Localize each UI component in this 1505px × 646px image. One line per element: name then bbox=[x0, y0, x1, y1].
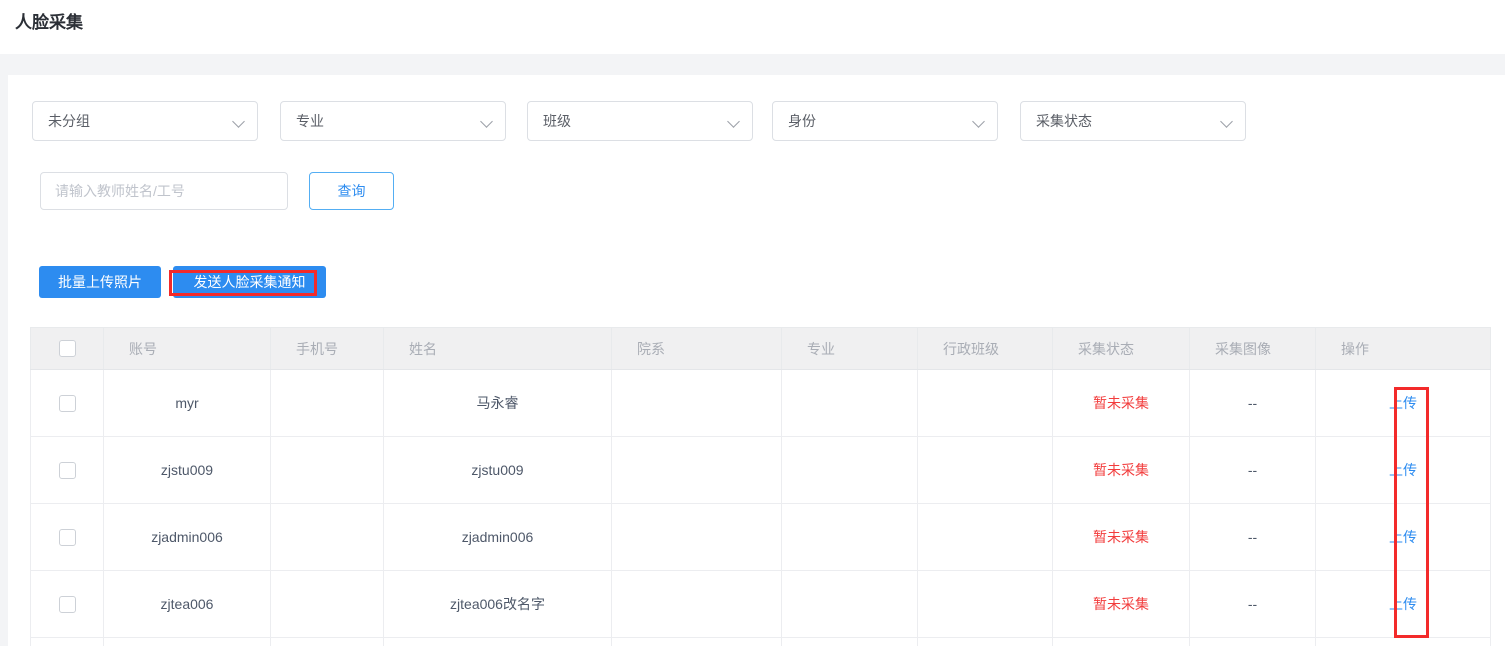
collect-status-filter-select[interactable]: 采集状态 bbox=[1020, 101, 1246, 141]
class-filter-value: 班级 bbox=[543, 113, 571, 129]
cell-account: zjtea006 bbox=[103, 570, 271, 638]
upload-link[interactable]: 上传 bbox=[1389, 529, 1417, 545]
cell-major bbox=[781, 503, 918, 571]
cell-collect-image: -- bbox=[1189, 503, 1316, 571]
cell-admin-class bbox=[917, 503, 1053, 571]
identity-filter-value: 身份 bbox=[788, 113, 816, 129]
send-face-notice-button[interactable]: 发送人脸采集通知 bbox=[173, 266, 326, 298]
cell-department bbox=[611, 570, 782, 638]
upload-link[interactable]: 上传 bbox=[1389, 462, 1417, 478]
cell-collect-image: -- bbox=[1189, 570, 1316, 638]
major-filter-select[interactable]: 专业 bbox=[280, 101, 506, 141]
cell-name: zjadmin006 bbox=[383, 503, 612, 571]
row-checkbox[interactable] bbox=[58, 394, 76, 412]
major-filter-value: 专业 bbox=[296, 113, 324, 129]
cell-phone bbox=[270, 570, 384, 638]
cell-collect-image: -- bbox=[1189, 369, 1316, 437]
table-row: zjtea006 zjtea006改名字 暂未采集 -- 上传 bbox=[30, 570, 1491, 638]
col-header-operation: 操作 bbox=[1315, 327, 1491, 370]
row-checkbox[interactable] bbox=[58, 528, 76, 546]
cell-admin-class bbox=[917, 369, 1053, 437]
table-row: zjstu009 zjstu009 暂未采集 -- 上传 bbox=[30, 436, 1491, 504]
cell-department bbox=[611, 503, 782, 571]
col-header-collect-status: 采集状态 bbox=[1052, 327, 1190, 370]
collect-status-text: 暂未采集 bbox=[1093, 395, 1149, 411]
cell-major bbox=[781, 570, 918, 638]
col-header-collect-image: 采集图像 bbox=[1189, 327, 1316, 370]
batch-upload-button[interactable]: 批量上传照片 bbox=[39, 266, 161, 298]
table-header-row: 账号 手机号 姓名 院系 专业 行政班级 采集状态 采集图像 操作 bbox=[30, 327, 1491, 370]
cell-account: zjadmin006 bbox=[103, 503, 271, 571]
identity-filter-select[interactable]: 身份 bbox=[772, 101, 998, 141]
table-row: myr 马永睿 暂未采集 -- 上传 bbox=[30, 369, 1491, 437]
group-filter-value: 未分组 bbox=[48, 113, 90, 129]
select-all-checkbox[interactable] bbox=[58, 340, 76, 358]
chevron-down-icon bbox=[727, 115, 740, 128]
class-filter-select[interactable]: 班级 bbox=[527, 101, 753, 141]
face-collect-page: 人脸采集 未分组 专业 班级 身份 采集状态 请输入教师姓名/工号 查询 批量上… bbox=[0, 0, 1505, 646]
cell-admin-class bbox=[917, 570, 1053, 638]
collect-status-filter-value: 采集状态 bbox=[1036, 113, 1092, 129]
upload-link[interactable]: 上传 bbox=[1389, 395, 1417, 411]
cell-phone bbox=[270, 369, 384, 437]
teacher-search-input[interactable] bbox=[40, 172, 288, 210]
chevron-down-icon bbox=[972, 115, 985, 128]
collect-status-text: 暂未采集 bbox=[1093, 529, 1149, 545]
row-checkbox[interactable] bbox=[58, 461, 76, 479]
table-row-partial bbox=[30, 637, 1491, 646]
table-row: zjadmin006 zjadmin006 暂未采集 -- 上传 bbox=[30, 503, 1491, 571]
upload-link[interactable]: 上传 bbox=[1389, 596, 1417, 612]
content-card: 未分组 专业 班级 身份 采集状态 查询 批量上传 bbox=[8, 75, 1505, 646]
chevron-down-icon bbox=[480, 115, 493, 128]
cell-name: zjtea006改名字 bbox=[383, 570, 612, 638]
col-header-major: 专业 bbox=[781, 327, 918, 370]
header-checkbox-cell bbox=[30, 327, 104, 370]
cell-major bbox=[781, 436, 918, 504]
cell-phone bbox=[270, 503, 384, 571]
query-button[interactable]: 查询 bbox=[309, 172, 394, 210]
col-header-account: 账号 bbox=[103, 327, 271, 370]
cell-name: 马永睿 bbox=[383, 369, 612, 437]
col-header-admin-class: 行政班级 bbox=[917, 327, 1053, 370]
cell-department bbox=[611, 369, 782, 437]
chevron-down-icon bbox=[1220, 115, 1233, 128]
face-collect-table: 账号 手机号 姓名 院系 专业 行政班级 采集状态 采集图像 操作 myr 马永… bbox=[30, 327, 1491, 646]
cell-account: zjstu009 bbox=[103, 436, 271, 504]
page-title: 人脸采集 bbox=[15, 13, 83, 32]
cell-admin-class bbox=[917, 436, 1053, 504]
cell-collect-image: -- bbox=[1189, 436, 1316, 504]
col-header-department: 院系 bbox=[611, 327, 782, 370]
collect-status-text: 暂未采集 bbox=[1093, 596, 1149, 612]
cell-phone bbox=[270, 436, 384, 504]
row-checkbox[interactable] bbox=[58, 595, 76, 613]
cell-account: myr bbox=[103, 369, 271, 437]
page-background: 未分组 专业 班级 身份 采集状态 查询 批量上传 bbox=[0, 54, 1505, 646]
col-header-phone: 手机号 bbox=[270, 327, 384, 370]
group-filter-select[interactable]: 未分组 bbox=[32, 101, 258, 141]
col-header-name: 姓名 bbox=[383, 327, 612, 370]
chevron-down-icon bbox=[232, 115, 245, 128]
collect-status-text: 暂未采集 bbox=[1093, 462, 1149, 478]
cell-name: zjstu009 bbox=[383, 436, 612, 504]
cell-department bbox=[611, 436, 782, 504]
cell-major bbox=[781, 369, 918, 437]
